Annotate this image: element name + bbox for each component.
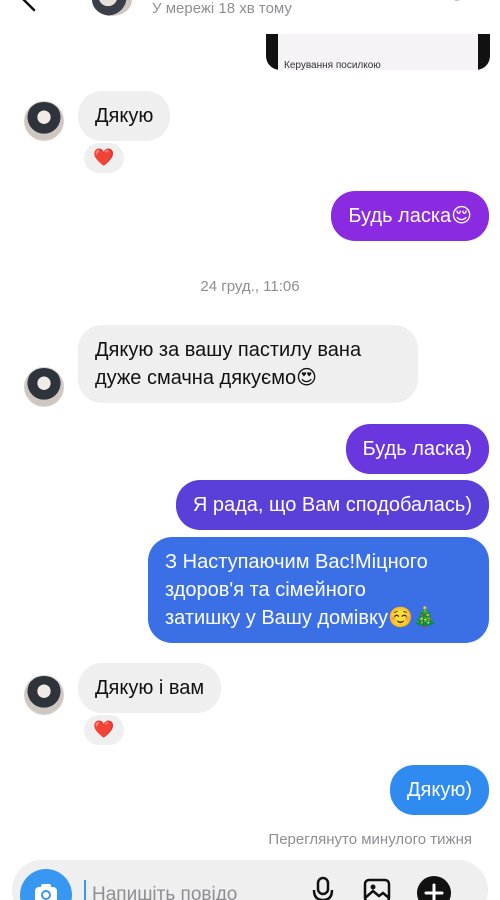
message-line: Дякую за вашу пастилу вана	[95, 339, 362, 361]
outgoing-message[interactable]: Дякую)	[389, 765, 489, 815]
outgoing-message[interactable]: З Наступаючим Вас!Міцного здоров'я та сі…	[148, 537, 489, 643]
message-line: дуже смачна дякуємо😍	[95, 367, 317, 389]
heart-reaction-icon[interactable]: ❤️	[82, 713, 126, 747]
heart-reaction-icon[interactable]: ❤️	[82, 141, 126, 175]
plus-icon[interactable]	[417, 876, 451, 900]
incoming-message[interactable]: Дякую і вам	[78, 663, 222, 713]
sender-avatar[interactable]	[24, 675, 64, 715]
text-cursor	[84, 880, 86, 900]
chat-header: У мережі 18 хв тому	[0, 0, 500, 20]
gallery-icon[interactable]	[362, 876, 392, 900]
outgoing-message[interactable]: Будь ласка😌	[331, 191, 489, 241]
message-line: затишку у Вашу домівку☺️🎄	[165, 607, 438, 629]
outgoing-message[interactable]: Я рада, що Вам сподобалась)	[175, 480, 489, 530]
message-line: здоров'я та сімейного	[165, 579, 366, 601]
video-call-icon[interactable]	[305, 0, 339, 14]
info-icon[interactable]	[440, 0, 474, 14]
outgoing-message[interactable]: Будь ласка)	[345, 424, 489, 474]
contact-avatar[interactable]	[92, 0, 132, 16]
shared-post-caption: Керування посилкою	[284, 60, 381, 70]
back-arrow-icon[interactable]	[14, 0, 42, 14]
sender-avatar[interactable]	[24, 367, 64, 407]
sender-avatar[interactable]	[24, 101, 64, 141]
microphone-icon[interactable]	[308, 876, 338, 900]
message-timestamp: 24 груд., 11:06	[200, 278, 300, 295]
contact-status: У мережі 18 хв тому	[152, 0, 292, 17]
incoming-message[interactable]: Дякую	[78, 91, 171, 141]
camera-icon	[35, 884, 57, 900]
message-line: З Наступаючим Вас!Міцного	[165, 551, 428, 573]
seen-status: Переглянуто минулого тижня	[268, 831, 472, 848]
message-input[interactable]: Напишіть повідо	[92, 884, 237, 900]
flag-icon[interactable]	[372, 0, 406, 14]
incoming-message[interactable]: Дякую за вашу пастилу вана дуже смачна д…	[78, 325, 418, 403]
